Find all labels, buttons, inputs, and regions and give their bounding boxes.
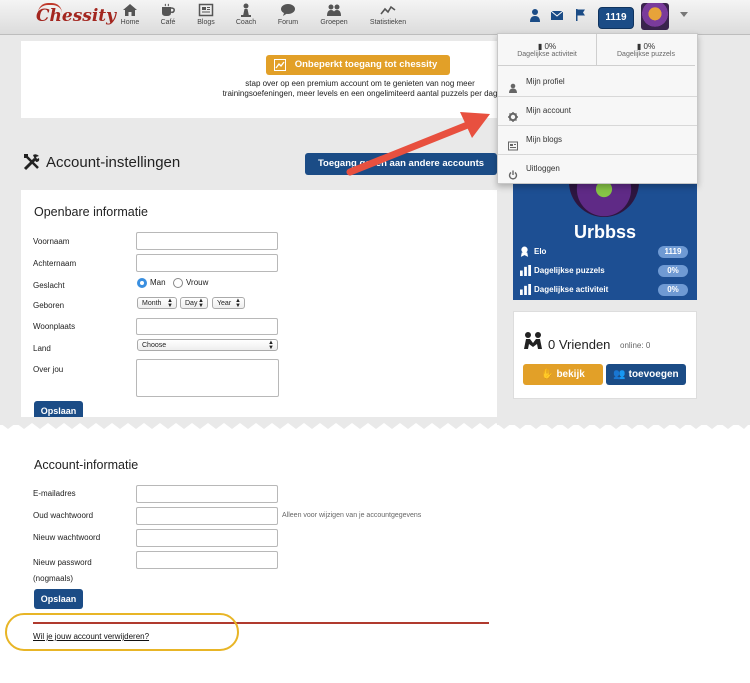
hand-icon: ✋	[541, 369, 554, 380]
logo[interactable]: Chessity	[36, 6, 116, 26]
annotation-arrow	[346, 112, 490, 176]
profile-stat-elo: Elo 1119	[520, 245, 690, 259]
view-friends-button[interactable]: ✋ bekijk	[523, 364, 603, 385]
first-name-label: Voornaam	[33, 237, 70, 246]
delete-account-link[interactable]: Wil je jouw account verwijderen?	[33, 632, 149, 641]
gender-radio-vrouw[interactable]	[173, 278, 183, 288]
email-field[interactable]	[136, 485, 278, 503]
bar-chart-icon: ▮	[537, 42, 543, 51]
profile-username: Urbbss	[573, 222, 636, 242]
new-password-again-field[interactable]	[136, 551, 278, 569]
gender-radio-man[interactable]	[137, 278, 147, 288]
first-name-input[interactable]	[136, 232, 278, 250]
country-label: Land	[33, 344, 51, 353]
torn-edge-divider	[0, 417, 750, 429]
new-password-label: Nieuw wachtwoord	[33, 533, 101, 542]
page-title: Account-instellingen	[46, 154, 181, 171]
friends-icon	[523, 331, 543, 356]
account-info-title: Account-informatie	[34, 458, 139, 472]
last-name-input[interactable]	[136, 254, 278, 272]
old-password-label: Oud wachtwoord	[33, 511, 94, 520]
user-dropdown-menu: ▮ 0% Dagelijkse activiteit ▮ 0% Dagelijk…	[497, 33, 698, 184]
last-name-label: Achternaam	[33, 259, 77, 268]
public-info-title: Openbare informatie	[34, 205, 148, 219]
bar-chart-icon	[520, 284, 531, 297]
nav-coach[interactable]: Coach	[224, 3, 268, 26]
gender-option-vrouw: Vrouw	[186, 278, 209, 287]
elo-badge[interactable]: 1119	[598, 7, 634, 29]
premium-button[interactable]: Onbeperkt toegang tot chessity	[266, 55, 450, 75]
premium-description: stap over op een premium account om te g…	[222, 79, 498, 98]
gender-label: Geslacht	[33, 281, 65, 290]
nav-statistieken[interactable]: Statistieken	[366, 3, 410, 26]
avatar[interactable]	[641, 3, 669, 30]
profile-stat-puzzles: Dagelijkse puzzels 0%	[520, 264, 690, 278]
bar-chart-icon	[520, 265, 531, 278]
user-icon[interactable]	[528, 8, 542, 22]
profile-stat-activity: Dagelijkse activiteit 0%	[520, 283, 690, 297]
old-password-field[interactable]	[136, 507, 278, 525]
flag-icon[interactable]	[574, 8, 588, 22]
residence-input[interactable]	[136, 318, 278, 335]
menu-item-blogs[interactable]: Mijn blogs	[498, 126, 697, 155]
residence-label: Woonplaats	[33, 322, 76, 331]
old-password-hint: Alleen voor wijzigen van je accountgegev…	[282, 512, 422, 519]
award-icon	[520, 246, 529, 259]
tools-icon	[22, 152, 42, 177]
bar-chart-icon: ▮	[636, 42, 642, 51]
speech-bubble-icon	[280, 3, 296, 17]
line-chart-icon	[380, 3, 396, 17]
coffee-icon	[160, 3, 176, 17]
country-select[interactable]: Choose ▲ ▼	[137, 339, 278, 351]
menu-item-profile[interactable]: Mijn profiel	[498, 68, 697, 97]
home-icon	[122, 3, 138, 17]
nav-groepen[interactable]: Groepen	[312, 3, 356, 26]
mail-icon[interactable]	[550, 8, 564, 22]
newspaper-icon	[198, 3, 214, 17]
birth-year-select[interactable]: Year ▲ ▼	[212, 297, 245, 309]
menu-item-logout[interactable]: Uitloggen	[498, 155, 697, 183]
dropdown-stat-activity: ▮ 0% Dagelijkse activiteit	[498, 34, 597, 66]
born-label: Geboren	[33, 301, 65, 310]
menu-item-account[interactable]: Mijn account	[498, 97, 697, 126]
account-save-button[interactable]: Opslaan	[34, 589, 83, 609]
birth-day-select[interactable]: Day ▲ ▼	[180, 297, 208, 309]
birth-month-select[interactable]: Month ▲ ▼	[137, 297, 177, 309]
friends-count: 0 Vrienden	[548, 337, 611, 352]
email-label: E-mailadres	[33, 489, 76, 498]
chevron-down-icon[interactable]	[680, 12, 688, 17]
friends-online: online: 0	[620, 341, 651, 350]
about-label: Over jou	[33, 365, 64, 374]
group-icon	[326, 3, 342, 17]
new-password-again-label: Nieuw password (nogmaals)	[33, 558, 92, 583]
add-user-icon: 👥	[613, 369, 626, 380]
chart-icon	[274, 59, 286, 79]
new-password-field[interactable]	[136, 529, 278, 547]
add-friend-button[interactable]: 👥 toevoegen	[606, 364, 686, 385]
user-icon	[508, 77, 518, 93]
about-textarea[interactable]	[136, 359, 279, 397]
nav-forum[interactable]: Forum	[266, 3, 310, 26]
chess-pawn-icon	[238, 3, 254, 17]
dropdown-stat-puzzles: ▮ 0% Dagelijkse puzzels	[597, 34, 695, 66]
gender-option-man: Man	[150, 278, 166, 287]
nav-blogs[interactable]: Blogs	[184, 3, 228, 26]
